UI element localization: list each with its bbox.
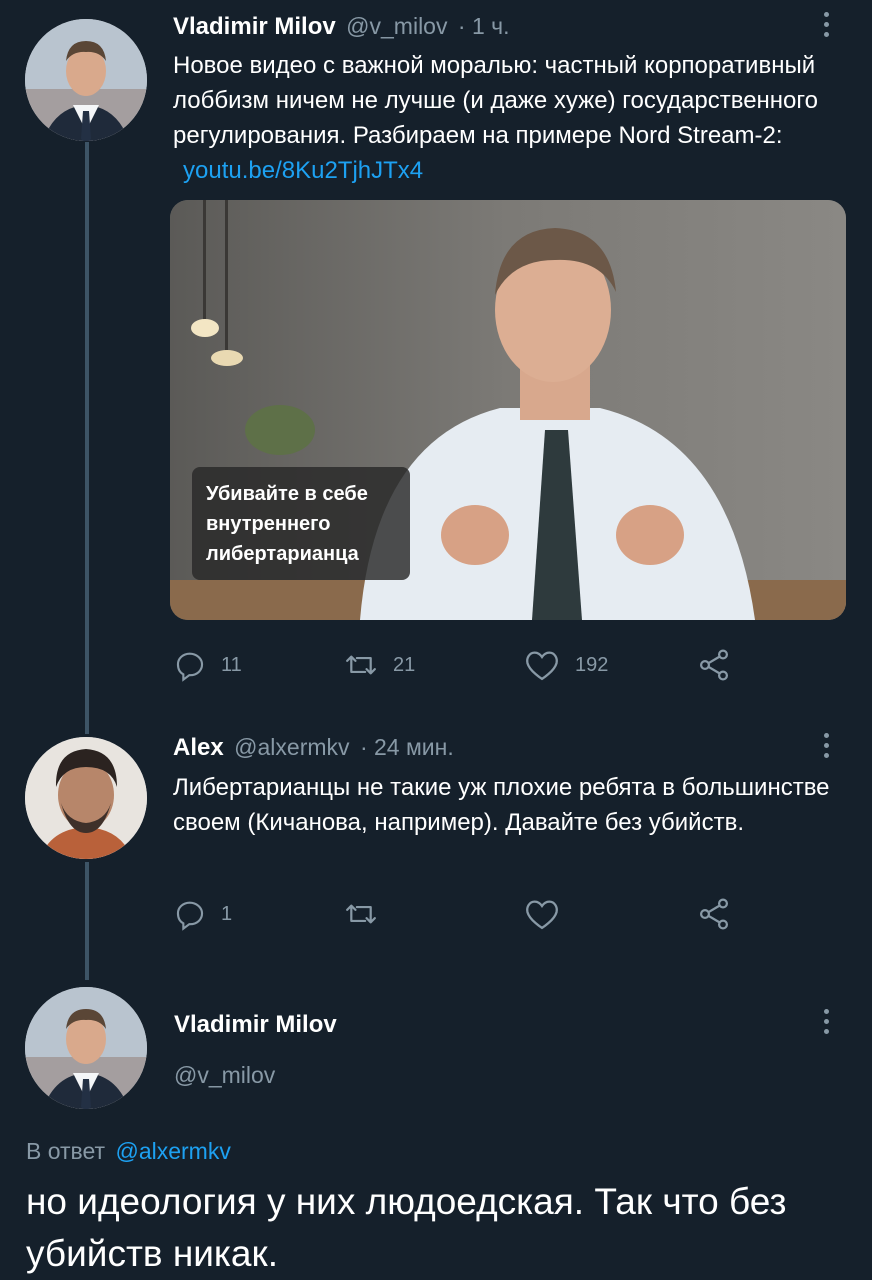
timestamp[interactable]: · 1 ч. <box>458 13 510 39</box>
author-handle[interactable]: @v_milov <box>346 13 447 39</box>
tweet[interactable]: Alex @alxermkv · 24 мин. Либертарианцы н… <box>0 720 872 970</box>
retweet-icon <box>346 655 376 675</box>
retweet-count: 21 <box>393 653 416 676</box>
avatar[interactable] <box>25 737 147 859</box>
timestamp[interactable]: · 24 мин. <box>360 734 454 760</box>
reply-count: 1 <box>221 902 233 925</box>
tweet-body: Новое видео с важной моралью: частный ко… <box>173 52 818 149</box>
reply-icon <box>176 652 204 682</box>
author-name[interactable]: Vladimir Milov <box>174 1011 337 1039</box>
tweet[interactable]: Vladimir Milov @v_milov · 1 ч. Новое вид… <box>0 0 872 710</box>
like-count: 192 <box>575 653 609 676</box>
tweet-text: Либертарианцы не такие уж плохие ребята … <box>173 774 830 836</box>
video-caption-box: Убивайте в себе внутреннего либертарианц… <box>192 467 410 580</box>
reply-icon <box>176 901 204 931</box>
tweet-header: Alex @alxermkv · 24 мин. <box>173 734 454 762</box>
focused-tweet-text: но идеология у них людоедская. Так что б… <box>26 1181 787 1274</box>
more-dots-icon[interactable] <box>824 1009 830 1039</box>
avatar[interactable] <box>25 19 147 141</box>
video-caption: Убивайте в себе внутреннего либертарианц… <box>206 483 368 565</box>
author-handle[interactable]: @v_milov <box>174 1062 275 1089</box>
heart-icon <box>526 900 558 930</box>
tweet-link[interactable]: youtu.be/8Ku2TjhJTx4 <box>183 157 423 184</box>
retweet-button[interactable] <box>343 897 393 931</box>
like-button[interactable] <box>523 897 575 931</box>
author-handle[interactable]: @alxermkv <box>234 734 349 760</box>
avatar-photo <box>25 737 147 859</box>
retweet-icon <box>346 904 376 924</box>
tweet-header: Vladimir Milov @v_milov · 1 ч. <box>173 13 510 41</box>
reply-button[interactable]: 1 <box>173 897 232 931</box>
avatar-photo <box>25 19 147 141</box>
more-dots-icon[interactable] <box>824 12 830 42</box>
avatar-photo <box>25 987 147 1109</box>
reply-button[interactable]: 11 <box>173 648 242 682</box>
author-name[interactable]: Vladimir Milov <box>173 13 336 40</box>
reply-context: В ответ @alxermkv <box>26 1138 231 1165</box>
share-icon <box>699 649 729 681</box>
share-icon <box>699 898 729 930</box>
heart-icon <box>526 651 558 681</box>
more-dots-icon[interactable] <box>824 733 830 763</box>
focused-tweet[interactable]: Vladimir Milov @v_milov В ответ @alxermk… <box>0 980 872 1280</box>
tweet-text: Новое видео с важной моралью: частный ко… <box>173 48 843 188</box>
avatar[interactable] <box>25 987 147 1109</box>
share-button[interactable] <box>696 647 732 683</box>
reply-to-link[interactable]: @alxermkv <box>115 1138 230 1164</box>
retweet-button[interactable]: 21 <box>343 648 415 682</box>
share-button[interactable] <box>696 896 732 932</box>
reply-prefix: В ответ <box>26 1138 106 1164</box>
video-thumbnail[interactable]: Убивайте в себе внутреннего либертарианц… <box>170 200 846 620</box>
reply-count: 11 <box>221 653 242 676</box>
like-button[interactable]: 192 <box>523 648 608 682</box>
author-name[interactable]: Alex <box>173 734 224 761</box>
